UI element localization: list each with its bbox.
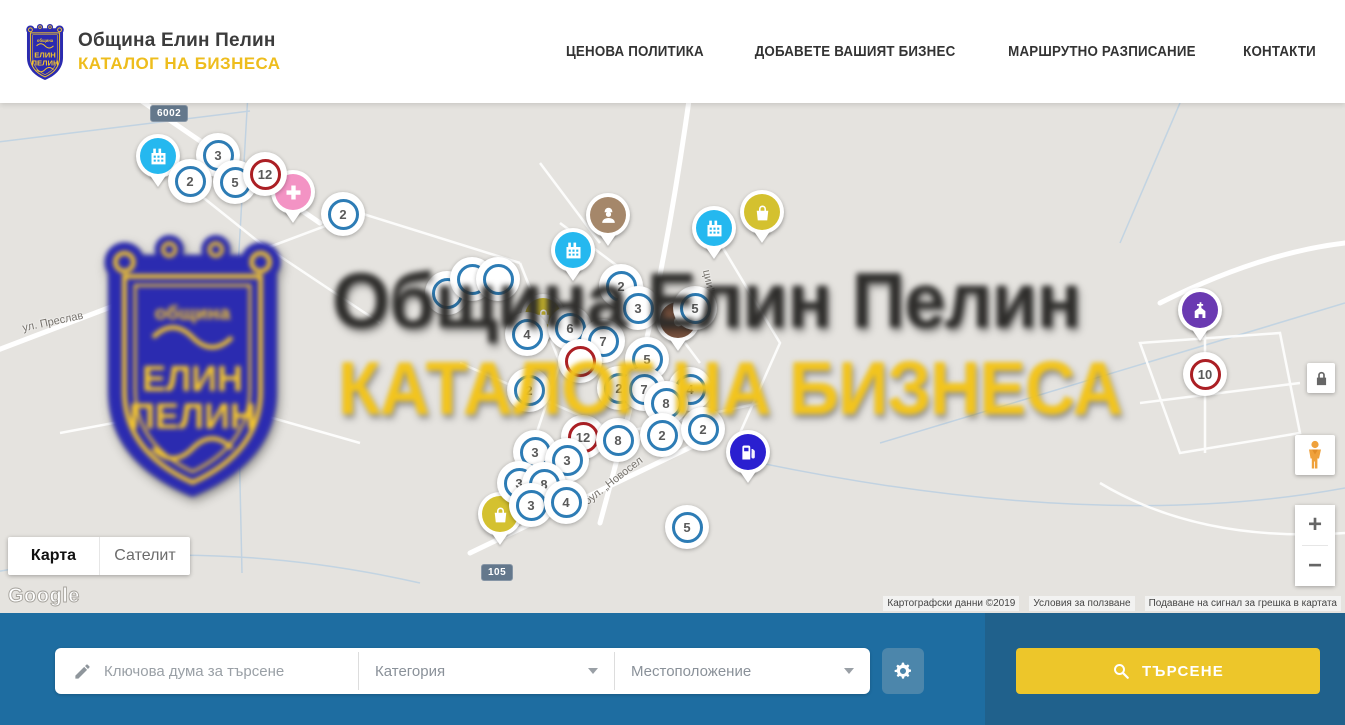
search-bar: Категория Местоположение ТЪРСЕНЕ: [0, 613, 1345, 725]
cluster-marker[interactable]: 2: [507, 368, 551, 412]
cluster-marker[interactable]: 2: [640, 413, 684, 457]
site-logo[interactable]: община ЕЛИН ПЕЛИН Община Елин Пелин КАТА…: [22, 22, 280, 82]
cluster-count: 2: [328, 199, 359, 230]
advanced-settings-button[interactable]: [882, 648, 924, 694]
cluster-marker[interactable]: 12: [243, 152, 287, 196]
map-pin-factory[interactable]: [692, 206, 736, 250]
map-type-map-button[interactable]: Карта: [8, 537, 99, 575]
cluster-count: 2: [688, 414, 719, 445]
cluster-marker[interactable]: 2: [681, 407, 725, 451]
main-nav: ЦЕНОВА ПОЛИТИКА ДОБАВЕТЕ ВАШИЯТ БИЗНЕС М…: [560, 44, 1319, 60]
lock-control-button[interactable]: [1307, 363, 1335, 393]
category-select-label: Категория: [375, 663, 445, 680]
cluster-count: 2: [647, 420, 678, 451]
map-pin-fuel[interactable]: [726, 430, 770, 474]
cluster-count: 3: [623, 293, 654, 324]
search-button-label: ТЪРСЕНЕ: [1142, 663, 1224, 680]
map-pin-factory[interactable]: [551, 228, 595, 272]
cluster-count: 5: [672, 512, 703, 543]
factory-icon: [704, 218, 725, 239]
site-title: Община Елин Пелин: [78, 30, 280, 52]
cluster-marker[interactable]: 4: [505, 312, 549, 356]
google-map[interactable]: 6002105ул. Преславбул. „Новоселции" 3251…: [0, 103, 1345, 613]
cluster-count: 8: [603, 425, 634, 456]
keyword-segment: [55, 648, 358, 694]
location-select-label: Местоположение: [631, 663, 751, 680]
cluster-marker[interactable]: 3: [616, 286, 660, 330]
map-type-satellite-button[interactable]: Сателит: [99, 537, 190, 575]
attribution-data: Картографски данни ©2019: [883, 596, 1019, 611]
nav-item-contacts[interactable]: КОНТАКТИ: [1243, 44, 1316, 60]
keyword-search-input[interactable]: [104, 663, 358, 680]
bag-icon: [490, 504, 511, 525]
lock-icon: [1315, 371, 1328, 386]
map-attribution: Картографски данни ©2019 Условия за полз…: [883, 596, 1341, 611]
cluster-marker[interactable]: 5: [665, 505, 709, 549]
category-select[interactable]: Категория: [359, 648, 614, 694]
cluster-count: 2: [175, 166, 206, 197]
chevron-down-icon: [588, 668, 598, 674]
nav-item-add-business[interactable]: ДОБАВЕТЕ ВАШИЯТ БИЗНЕС: [755, 44, 956, 60]
site-header: община ЕЛИН ПЕЛИН Община Елин Пелин КАТА…: [0, 0, 1345, 103]
street-view-pegman-button[interactable]: [1295, 435, 1335, 475]
search-icon: [1112, 662, 1130, 680]
search-field-group: Категория Местоположение: [55, 648, 870, 694]
factory-icon: [563, 240, 584, 261]
attribution-terms-link[interactable]: Условия за ползване: [1029, 596, 1134, 611]
map-pin-worker[interactable]: [586, 193, 630, 237]
cluster-count: 2: [514, 375, 545, 406]
cluster-count: [565, 346, 596, 377]
zoom-out-button[interactable]: −: [1295, 546, 1335, 586]
cluster-count: 4: [512, 319, 543, 350]
site-subtitle: КАТАЛОГ НА БИЗНЕСА: [78, 54, 280, 74]
pegman-icon: [1305, 440, 1325, 470]
search-button[interactable]: ТЪРСЕНЕ: [1016, 648, 1320, 694]
nav-item-bus-schedule[interactable]: МАРШРУТНО РАЗПИСАНИЕ: [1008, 44, 1196, 60]
bag-icon: [752, 202, 773, 223]
cluster-marker[interactable]: [558, 339, 602, 383]
gear-icon: [893, 661, 913, 681]
cluster-marker[interactable]: 5: [673, 286, 717, 330]
cluster-count: 4: [551, 487, 582, 518]
zoom-in-button[interactable]: +: [1295, 505, 1335, 545]
attribution-report-link[interactable]: Подаване на сигнал за грешка в картата: [1145, 596, 1341, 611]
site-title-block: Община Елин Пелин КАТАЛОГ НА БИЗНЕСА: [78, 30, 280, 74]
factory-icon: [148, 146, 169, 167]
worker-icon: [598, 205, 619, 226]
svg-text:община: община: [37, 38, 54, 43]
map-pin-church[interactable]: [1178, 288, 1222, 332]
map-type-switcher: Карта Сателит: [8, 537, 190, 575]
cluster-marker[interactable]: [476, 257, 520, 301]
location-select[interactable]: Местоположение: [615, 648, 870, 694]
cluster-count: [483, 264, 514, 295]
cluster-marker[interactable]: 10: [1183, 352, 1227, 396]
cluster-marker[interactable]: 8: [596, 418, 640, 462]
cluster-marker[interactable]: 4: [544, 480, 588, 524]
medical-icon: [283, 182, 304, 203]
page: община ЕЛИН ПЕЛИН Община Елин Пелин КАТА…: [0, 0, 1345, 725]
church-icon: [1190, 300, 1211, 321]
fuel-icon: [738, 442, 759, 463]
google-logo[interactable]: Google: [8, 585, 80, 608]
nav-item-pricing[interactable]: ЦЕНОВА ПОЛИТИКА: [566, 44, 704, 60]
svg-text:ПЕЛИН: ПЕЛИН: [31, 58, 58, 67]
cluster-marker[interactable]: 2: [168, 159, 212, 203]
cluster-count: 5: [680, 293, 711, 324]
cluster-marker[interactable]: 2: [321, 192, 365, 236]
map-pin-bag[interactable]: [740, 190, 784, 234]
marker-layer: 32512223546752274812822333834510: [0, 103, 1345, 613]
cluster-count: 12: [250, 159, 281, 190]
cluster-count: 3: [516, 490, 547, 521]
zoom-control: + −: [1295, 505, 1335, 586]
chevron-down-icon: [844, 668, 854, 674]
cluster-count: 10: [1190, 359, 1221, 390]
pencil-icon: [73, 662, 92, 681]
municipality-crest-icon: община ЕЛИН ПЕЛИН: [22, 22, 68, 82]
svg-text:ЕЛИН: ЕЛИН: [34, 50, 56, 59]
